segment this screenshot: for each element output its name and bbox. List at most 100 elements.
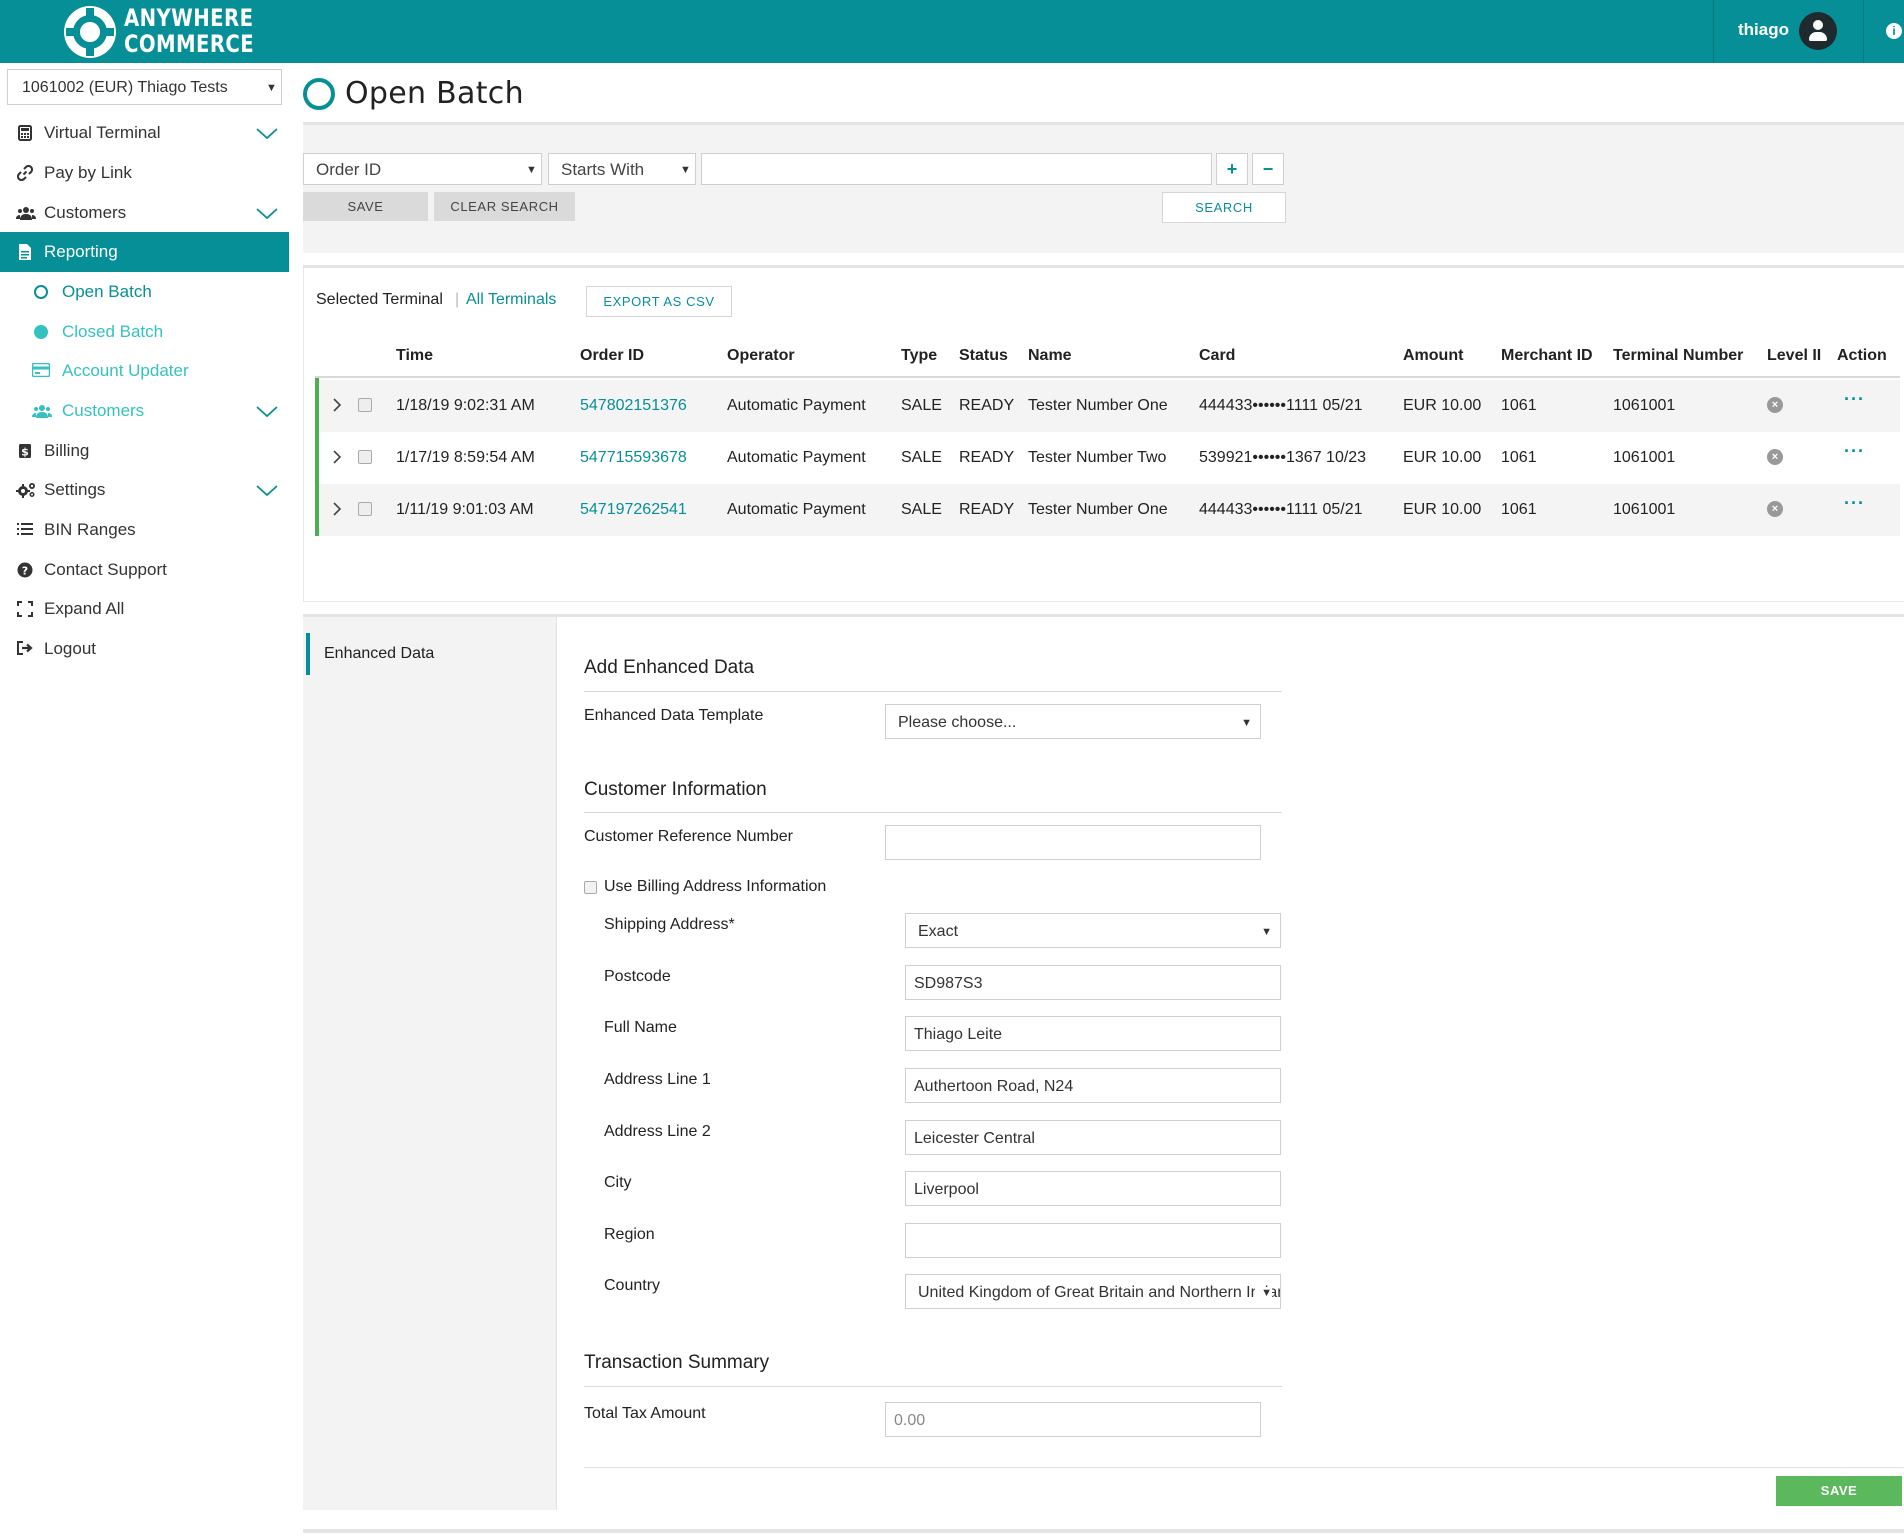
chevron-right-icon[interactable] [331,449,343,465]
cell-time: 1/17/19 8:59:54 AM [396,449,535,466]
nav-label: Account Updater [62,361,189,380]
nav-label: Billing [44,441,90,460]
col-header-terminal-number[interactable]: Terminal Number [1613,347,1743,365]
col-header-order-id[interactable]: Order ID [580,347,644,365]
users-icon [16,205,36,221]
col-header-operator[interactable]: Operator [727,347,795,365]
col-header-status[interactable]: Status [959,347,1008,365]
table-row[interactable]: 1/17/19 8:59:54 AM 547715593678 Automati… [315,432,1900,484]
tab-enhanced-data[interactable]: Enhanced Data [306,633,557,675]
nav-open-batch[interactable]: Open Batch [0,272,289,312]
billing-address-label[interactable]: Use Billing Address Information [604,878,826,896]
row-checkbox[interactable] [358,398,372,412]
col-header-amount[interactable]: Amount [1403,347,1463,365]
shipping-address-select[interactable]: Exact ▼ [905,913,1281,948]
customer-ref-input[interactable] [885,825,1261,860]
clear-search-button[interactable]: CLEAR SEARCH [434,192,575,221]
terminal-select[interactable]: 1061002 (EUR) Thiago Tests ▼ [7,69,282,105]
row-actions-icon[interactable]: ··· [1844,441,1865,462]
cell-amount: EUR 10.00 [1403,397,1482,414]
nav-contact-support[interactable]: ? Contact Support [0,550,289,590]
cell-order-id-link[interactable]: 547197262541 [580,501,687,519]
col-header-action[interactable]: Action [1837,347,1887,365]
selected-terminal-filter[interactable]: Selected Terminal [316,291,443,309]
chevron-down-icon[interactable] [255,121,279,145]
cell-type: SALE [901,397,942,414]
chevron-right-icon[interactable] [331,397,343,413]
cell-order-id-link[interactable]: 547802151376 [580,397,687,415]
brand-name[interactable]: ANYWHERE COMMERCE [124,5,254,57]
level-ii-x-icon[interactable]: × [1767,501,1783,517]
level-ii-x-icon[interactable]: × [1767,449,1783,465]
country-select[interactable]: United Kingdom of Great Britain and Nort… [905,1274,1281,1309]
table-row[interactable]: 1/18/19 9:02:31 AM 547802151376 Automati… [315,380,1900,432]
chevron-down-icon[interactable] [255,478,279,502]
search-field-select[interactable]: Order ID ▼ [303,153,542,185]
form-footer-rule [584,1467,1904,1468]
region-label: Region [604,1226,655,1243]
nav-virtual-terminal[interactable]: Virtual Terminal [0,113,289,153]
nav-settings[interactable]: Settings [0,470,289,510]
table-row[interactable]: 1/11/19 9:01:03 AM 547197262541 Automati… [315,484,1900,536]
circle-filled-icon [32,324,50,340]
caret-down-icon: ▼ [1241,717,1252,729]
brand-logo-icon[interactable] [64,6,116,58]
export-csv-button[interactable]: EXPORT AS CSV [586,286,732,317]
col-header-name[interactable]: Name [1028,347,1072,365]
chevron-right-icon[interactable] [331,501,343,517]
billing-address-checkbox[interactable] [584,881,597,894]
nav-pay-by-link[interactable]: Pay by Link [0,153,289,193]
save-enhanced-data-button[interactable]: SAVE [1776,1476,1902,1506]
page-title: Open Batch [345,76,524,111]
nav-bin-ranges[interactable]: BIN Ranges [0,510,289,550]
country-select-value: United Kingdom of Great Britain and Nort… [918,1284,1281,1301]
address-line-1-input[interactable]: Authertoon Road, N24 [905,1068,1281,1103]
nav-billing[interactable]: $ Billing [0,431,289,471]
row-checkbox[interactable] [358,450,372,464]
nav-account-updater[interactable]: Account Updater [0,351,289,391]
cell-card: 539921••••••1367 10/23 [1199,449,1367,466]
col-header-card[interactable]: Card [1199,347,1235,365]
nav-logout[interactable]: Logout [0,629,289,669]
level-ii-x-icon[interactable]: × [1767,397,1783,413]
col-header-level-ii[interactable]: Level II [1767,347,1821,365]
tab-label: Enhanced Data [324,645,435,662]
all-terminals-filter[interactable]: All Terminals [466,291,556,309]
info-icon[interactable]: i [1886,23,1902,39]
search-value-input[interactable] [701,153,1212,185]
col-header-time[interactable]: Time [396,347,433,365]
col-header-type[interactable]: Type [901,347,937,365]
template-select[interactable]: Please choose... ▼ [885,704,1261,739]
section-rule [584,691,1282,692]
search-button[interactable]: SEARCH [1162,192,1286,223]
section-rule [584,1386,1282,1387]
full-name-input[interactable]: Thiago Leite [905,1016,1281,1051]
nav-report-customers[interactable]: Customers [0,391,289,431]
col-header-merchant-id[interactable]: Merchant ID [1501,347,1593,365]
user-avatar-icon[interactable] [1799,12,1837,50]
nav-reporting[interactable]: Reporting [0,232,289,272]
caret-down-icon: ▼ [680,164,691,176]
postcode-input[interactable]: SD987S3 [905,965,1281,1000]
chevron-down-icon[interactable] [255,201,279,225]
region-input[interactable] [905,1223,1281,1258]
user-name[interactable]: thiago [1738,20,1789,40]
chevron-down-icon[interactable] [255,399,279,423]
save-search-button[interactable]: SAVE [303,192,428,221]
cell-order-id-link[interactable]: 547715593678 [580,449,687,467]
address-line-2-input[interactable]: Leicester Central [905,1120,1281,1155]
add-criteria-button[interactable]: + [1216,153,1248,185]
remove-criteria-button[interactable]: − [1252,153,1284,185]
nav-customers[interactable]: Customers [0,193,289,233]
row-actions-icon[interactable]: ··· [1844,389,1865,410]
table-header-rule [315,376,1900,378]
row-checkbox[interactable] [358,502,372,516]
row-actions-icon[interactable]: ··· [1844,493,1865,514]
search-operator-select[interactable]: Starts With ▼ [548,153,696,185]
nav-expand-all[interactable]: Expand All [0,589,289,629]
row-status-accent [315,378,319,536]
total-tax-input[interactable]: 0.00 [885,1402,1261,1437]
transaction-summary-title: Transaction Summary [584,1352,770,1373]
nav-closed-batch[interactable]: Closed Batch [0,312,289,352]
city-input[interactable]: Liverpool [905,1171,1281,1206]
